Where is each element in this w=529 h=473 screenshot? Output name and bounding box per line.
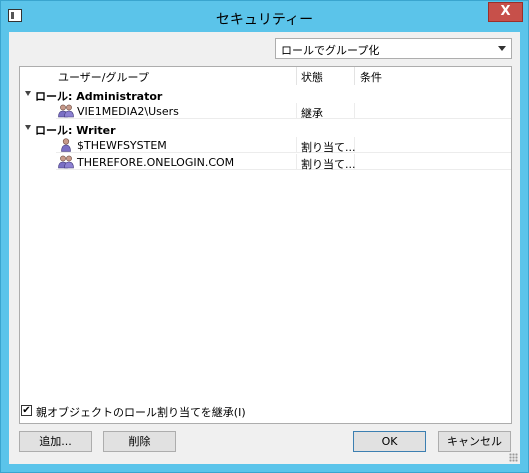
title-bar[interactable]: セキュリティー X (1, 1, 528, 33)
column-header-user-group[interactable]: ユーザー/グループ (58, 69, 149, 85)
delete-button[interactable]: 削除 (103, 431, 176, 452)
row-cell (355, 154, 511, 170)
principal-state: 継承 (301, 107, 323, 120)
principal-name: VIE1MEDIA2\Users (77, 105, 179, 118)
resize-grip-icon[interactable] (509, 453, 518, 462)
user-icon (61, 138, 71, 152)
cancel-button[interactable]: キャンセル (438, 431, 511, 452)
row-cell (355, 137, 511, 153)
principal-state: 割り当て... (301, 141, 356, 154)
tree-row[interactable]: THEREFORE.ONELOGIN.COM 割り当て... (20, 154, 511, 171)
add-button[interactable]: 追加... (19, 431, 92, 452)
close-button[interactable]: X (488, 2, 523, 22)
tree-header: ユーザー/グループ 状態 条件 (20, 67, 511, 85)
security-tree[interactable]: ユーザー/グループ 状態 条件 ロール: Administrator VIE1M… (19, 66, 512, 424)
principal-name: $THEWFSYSTEM (77, 139, 167, 152)
principal-state: 割り当て... (301, 158, 356, 171)
principal-name: THEREFORE.ONELOGIN.COM (77, 156, 235, 169)
dialog-client-area: ロールでグループ化 ユーザー/グループ 状態 条件 ロール: Administr… (9, 32, 520, 464)
inherit-checkbox[interactable]: ✔ (21, 405, 32, 416)
column-divider[interactable] (296, 67, 297, 85)
inherit-checkbox-label[interactable]: 親オブジェクトのロール割り当てを継承(I) (36, 404, 246, 420)
column-header-state[interactable]: 状態 (301, 69, 323, 85)
user-group-icon (58, 104, 74, 118)
tree-group-writer[interactable]: ロール: Writer (20, 120, 511, 137)
column-divider[interactable] (354, 67, 355, 85)
user-group-icon (58, 155, 74, 169)
chevron-down-icon (498, 46, 506, 51)
expand-triangle-icon[interactable] (25, 125, 31, 130)
tree-row[interactable]: VIE1MEDIA2\Users 継承 (20, 103, 511, 120)
security-dialog: セキュリティー X ロールでグループ化 ユーザー/グループ 状態 条件 ロール:… (0, 0, 529, 473)
window-title: セキュリティー (215, 12, 314, 28)
expand-triangle-icon[interactable] (25, 91, 31, 96)
group-by-selected: ロールでグループ化 (281, 44, 380, 57)
row-cell (355, 103, 511, 119)
tree-group-administrator[interactable]: ロール: Administrator (20, 86, 511, 103)
ok-button[interactable]: OK (353, 431, 426, 452)
group-by-dropdown[interactable]: ロールでグループ化 (275, 38, 512, 59)
group-label: ロール: Writer (35, 124, 116, 137)
group-label: ロール: Administrator (35, 90, 163, 103)
column-header-condition[interactable]: 条件 (360, 69, 382, 85)
tree-row[interactable]: $THEWFSYSTEM 割り当て... (20, 137, 511, 154)
